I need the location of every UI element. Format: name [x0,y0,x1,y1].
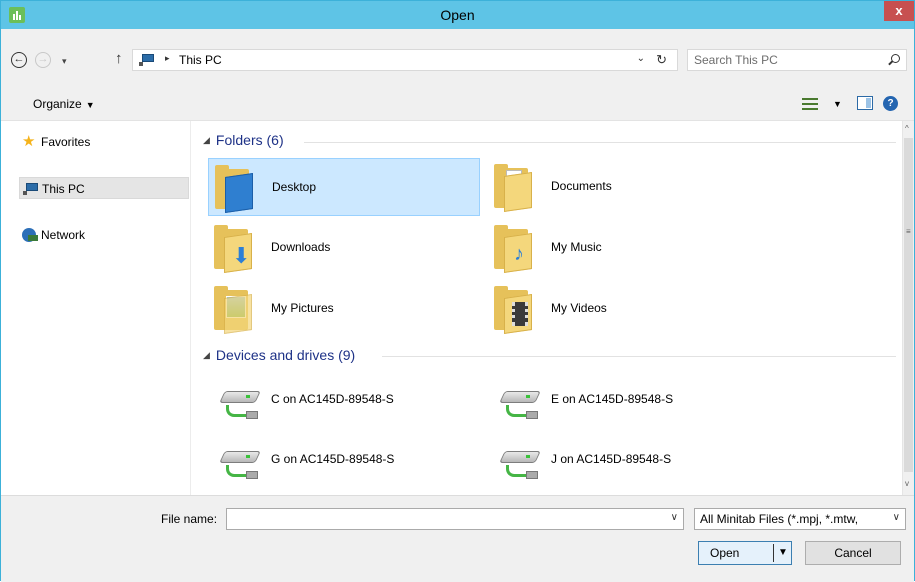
address-bar[interactable]: ▸ This PC ⌄ ↻ [132,49,678,71]
network-drive-icon [216,445,262,481]
organize-label: Organize [33,97,82,111]
collapse-icon: ◢ [203,135,210,145]
group-divider [382,356,896,357]
drive-label: C on AC145D-89548-S [271,392,394,406]
pictures-folder-icon [214,286,258,334]
open-options-arrow-icon[interactable]: ▼ [778,542,788,564]
organize-button[interactable]: Organize ▼ [33,97,95,111]
folder-label: Desktop [272,180,317,194]
group-divider [304,142,896,143]
file-type-value: All Minitab Files (*.mpj, *.mtw, [700,512,859,526]
refresh-button[interactable]: ↻ [656,52,667,68]
collapse-icon: ◢ [203,350,210,360]
file-list: ◢ Folders (6) Desktop Documents ⬇ Downloa… [192,121,902,495]
change-view-icon[interactable] [802,97,818,111]
preview-pane-icon[interactable] [857,96,873,110]
chevron-down-icon[interactable]: ∨ [671,512,678,523]
group-title: Devices and drives (9) [215,347,356,363]
address-row: ← → ▾ ↑ ▸ This PC ⌄ ↻ [1,29,914,87]
address-dropdown-button[interactable]: ⌄ [637,53,645,64]
title-bar: Open x [1,1,914,29]
nav-item-label: Network [41,228,86,242]
chevron-down-icon[interactable]: ∨ [893,512,900,523]
open-button[interactable]: Open ▼ [698,541,792,565]
close-button[interactable]: x [884,1,914,21]
help-icon[interactable]: ? [883,96,898,111]
network-drive-icon [216,385,262,421]
downloads-folder-icon: ⬇ [214,225,258,273]
folder-item-downloads[interactable]: ⬇ Downloads [208,219,480,277]
split-divider [773,544,774,562]
group-header-folders[interactable]: ◢ Folders (6) [203,132,284,152]
folder-label: My Music [551,240,602,254]
breadcrumb-separator[interactable]: ▸ [165,53,170,64]
back-button[interactable]: ← [11,52,27,68]
dialog-footer: File name: ∨ All Minitab Files (*.mpj, *… [1,495,914,582]
file-type-select[interactable]: All Minitab Files (*.mpj, *.mtw, ∨ [694,508,906,530]
folder-item-my-videos[interactable]: My Videos [488,280,760,338]
documents-folder-icon [494,164,538,212]
open-dialog: Open x ← → ▾ ↑ ▸ This PC ⌄ ↻ Organize▼ ▼… [0,0,915,582]
command-bar: Organize ▼ ▼ ? [1,87,914,121]
drive-item-c[interactable]: C on AC145D-89548-S [208,379,480,427]
folder-item-documents[interactable]: Documents [488,158,760,216]
folder-label: My Pictures [271,301,334,315]
music-folder-icon: ♪ [494,225,538,273]
scrollbar-thumb[interactable]: ≡ [904,138,913,472]
folder-item-desktop[interactable]: Desktop [208,158,480,216]
network-drive-icon [496,445,542,481]
window-title: Open [440,7,475,23]
drive-item-e[interactable]: E on AC145D-89548-S [488,379,760,427]
network-drive-icon [496,385,542,421]
view-options-button[interactable]: ▼ [833,99,842,109]
group-header-devices-and-drives[interactable]: ◢ Devices and drives (9) [203,347,355,367]
recent-locations-button[interactable]: ▾ [62,56,67,67]
open-button-label: Open [710,546,740,560]
nav-item-label: Favorites [41,135,91,149]
drive-item-j[interactable]: J on AC145D-89548-S [488,439,760,487]
folder-item-my-music[interactable]: ♪ My Music [488,219,760,277]
search-input[interactable] [694,53,874,67]
breadcrumb-this-pc[interactable]: This PC [179,53,222,67]
navigation-pane: ★ Favorites This PC Network [1,121,191,495]
vertical-scrollbar[interactable]: ^ ≡ v [902,121,914,495]
search-icon[interactable] [891,54,900,63]
up-button[interactable]: ↑ [115,50,123,67]
network-icon [22,228,38,242]
folder-item-my-pictures[interactable]: My Pictures [208,280,480,338]
nav-item-label: This PC [42,182,85,196]
search-box[interactable] [687,49,907,71]
cancel-button[interactable]: Cancel [805,541,901,565]
nav-item-this-pc[interactable]: This PC [19,177,189,199]
forward-button[interactable]: → [35,52,51,68]
folder-label: Downloads [271,240,331,254]
drive-label: E on AC145D-89548-S [551,392,674,406]
folder-label: My Videos [551,301,607,315]
videos-folder-icon [494,286,538,334]
drive-label: G on AC145D-89548-S [271,452,395,466]
desktop-folder-icon [215,165,259,213]
star-icon: ★ [22,133,36,150]
grip-icon: ≡ [906,227,911,236]
nav-item-network[interactable]: Network [19,224,189,246]
drive-label: J on AC145D-89548-S [551,452,672,466]
drive-item-g[interactable]: G on AC145D-89548-S [208,439,480,487]
scroll-down-button[interactable]: v [905,479,909,488]
group-title: Folders (6) [215,132,284,148]
scroll-up-button[interactable]: ^ [905,124,909,133]
file-name-label: File name: [161,512,218,526]
file-name-combobox[interactable]: ∨ [226,508,684,530]
nav-item-favorites[interactable]: ★ Favorites [19,131,189,153]
computer-icon [23,183,41,195]
file-name-input[interactable] [231,512,661,526]
chevron-down-icon: ▼ [85,100,95,110]
folder-label: Documents [551,179,612,193]
computer-icon [139,54,157,66]
